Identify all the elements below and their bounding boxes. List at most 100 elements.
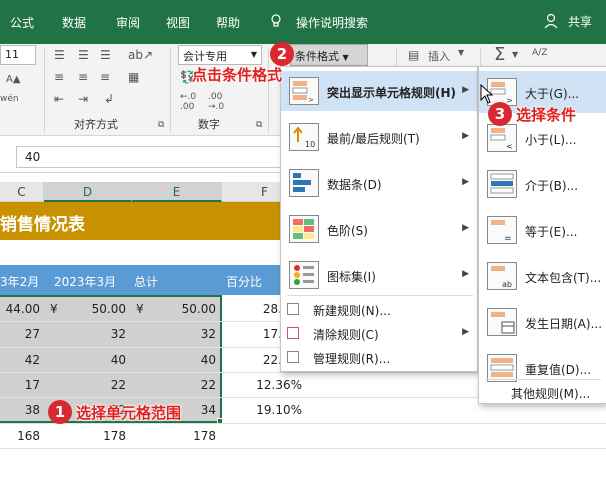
equal-to-icon: = <box>487 216 517 244</box>
tab-help[interactable]: 帮助 <box>216 14 240 31</box>
cell-f[interactable]: 22. <box>226 347 282 373</box>
font-size-box[interactable]: 11 <box>0 45 36 65</box>
menu-item-label: 色阶(S) <box>327 224 368 238</box>
cell-f[interactable]: 28. <box>226 296 282 322</box>
cell-c[interactable]: 27 <box>0 321 40 347</box>
phonetic-icon[interactable]: wén <box>0 94 19 104</box>
menu-item-color-scales[interactable]: 色阶(S) ▶ <box>281 209 477 249</box>
currency-symbol: ¥ <box>136 302 144 316</box>
menu-item-label: 大于(G)... <box>525 87 580 101</box>
cell-d[interactable]: 178 <box>60 423 126 449</box>
menu-item-icon-sets[interactable]: 图标集(I) ▶ <box>281 255 477 295</box>
submenu-item-text-contains[interactable]: ab 文本包含(T)... <box>479 255 606 297</box>
menu-item-label: 发生日期(A)... <box>525 317 603 331</box>
chevron-right-icon: ▶ <box>462 223 469 233</box>
submenu-item-between[interactable]: 介于(B)... <box>479 163 606 205</box>
number-format-select[interactable]: 会计专用 ▼ <box>178 45 262 65</box>
chevron-right-icon: ▶ <box>462 327 469 337</box>
text-contains-icon: ab <box>487 262 517 290</box>
ribbon-separator <box>44 48 45 132</box>
cell-c[interactable]: 44.00 <box>0 296 40 322</box>
menu-item-label: 数据条(D) <box>327 178 382 192</box>
cell-f[interactable]: 12.36% <box>226 372 302 398</box>
conditional-format-menu: > 突出显示单元格规则(H) ▶ 10 最前/最后规则(T) ▶ 数据条(D) … <box>280 66 478 372</box>
wrap-text-icon[interactable]: ↲ <box>104 92 114 106</box>
top-bottom-rules-icon: 10 <box>289 123 319 151</box>
header-cell-c[interactable]: 3年2月 <box>0 273 39 290</box>
cell-d[interactable]: 50.00 <box>60 296 126 322</box>
menu-item-label: 重复值(D)... <box>525 363 592 377</box>
cell-f[interactable]: 17. <box>226 321 282 347</box>
formula-input[interactable]: 40 <box>16 146 286 168</box>
align-middle-icon[interactable]: ☰ <box>78 48 89 62</box>
tell-me-search[interactable]: 操作说明搜索 <box>296 14 368 31</box>
decrease-indent-icon[interactable]: ⇤ <box>54 92 64 106</box>
number-launcher-icon[interactable]: ⧉ <box>256 120 262 130</box>
font-size-increase-icon[interactable]: A▲ <box>6 74 21 85</box>
align-right-icon[interactable]: ≡ <box>100 70 110 84</box>
align-bottom-icon[interactable]: ☰ <box>100 48 111 62</box>
cell-c[interactable]: 38 <box>0 397 40 423</box>
menu-item-new-rule[interactable]: 新建规则(N)... <box>281 297 477 321</box>
column-header-e[interactable]: E <box>132 182 222 202</box>
cell-e[interactable]: 40 <box>146 347 216 373</box>
column-header-d[interactable]: D <box>44 182 132 202</box>
insert-button[interactable]: 插入 <box>428 48 450 64</box>
cell-d[interactable]: 22 <box>60 372 126 398</box>
cell-e[interactable]: 32 <box>146 321 216 347</box>
autosum-icon[interactable]: Σ <box>494 44 505 65</box>
more-rules-item[interactable]: 其他规则(M)... <box>511 385 590 402</box>
decrease-decimal-icon[interactable]: .00 →.0 <box>208 92 232 112</box>
menu-item-label: 介于(B)... <box>525 179 579 193</box>
submenu-item-date-occurring[interactable]: 发生日期(A)... <box>479 301 606 343</box>
align-center-icon[interactable]: ≡ <box>78 70 88 84</box>
chevron-down-icon: ▼ <box>342 53 349 62</box>
cell-d[interactable]: 32 <box>60 321 126 347</box>
sheet-title: 销售情况表 <box>0 215 85 235</box>
increase-decimal-icon[interactable]: ←.0 .00 <box>180 92 204 112</box>
chevron-down-icon: ▼ <box>250 50 257 59</box>
conditional-format-button[interactable]: 条件格式 ▼ <box>290 44 368 66</box>
menu-item-label: 突出显示单元格规则(H) <box>327 86 457 100</box>
sort-filter-icon[interactable]: A/Z <box>532 48 547 58</box>
align-launcher-icon[interactable]: ⧉ <box>158 120 164 130</box>
menu-item-manage-rules[interactable]: 管理规则(R)... <box>281 345 477 369</box>
align-left-icon[interactable]: ≡ <box>54 70 64 84</box>
submenu-item-duplicate-values[interactable]: 重复值(D)... <box>479 347 606 389</box>
conditional-format-label: 条件格式 <box>295 50 339 63</box>
increase-indent-icon[interactable]: ⇥ <box>78 92 88 106</box>
date-occurring-icon <box>487 308 517 336</box>
cell-c[interactable]: 168 <box>0 423 40 449</box>
cell-e[interactable]: 178 <box>146 423 216 449</box>
tab-data[interactable]: 数据 <box>62 14 86 31</box>
header-cell-d[interactable]: 2023年3月 <box>54 273 116 290</box>
cell-d[interactable]: 40 <box>60 347 126 373</box>
chevron-right-icon: ▶ <box>462 85 469 95</box>
menu-separator <box>485 379 601 380</box>
menu-item-highlight-rules[interactable]: > 突出显示单元格规则(H) ▶ <box>281 71 477 111</box>
submenu-item-equal-to[interactable]: = 等于(E)... <box>479 209 606 251</box>
cell-f[interactable]: 19.10% <box>226 397 302 423</box>
tab-review[interactable]: 审阅 <box>116 14 140 31</box>
insert-cells-icon[interactable]: ▤ <box>408 48 419 62</box>
menu-item-top-bottom-rules[interactable]: 10 最前/最后规则(T) ▶ <box>281 117 477 157</box>
icon-sets-icon <box>289 261 319 289</box>
menu-item-label: 新建规则(N)... <box>313 304 391 318</box>
header-cell-e[interactable]: 总计 <box>134 273 158 290</box>
cell-c[interactable]: 17 <box>0 372 40 398</box>
tab-view[interactable]: 视图 <box>166 14 190 31</box>
merge-center-icon[interactable]: ▦ <box>128 70 139 84</box>
orientation-icon[interactable]: ab↗ <box>128 48 153 62</box>
header-cell-f[interactable]: 百分比 <box>226 273 262 290</box>
column-header-c[interactable]: C <box>0 182 44 202</box>
tab-formulas[interactable]: 公式 <box>10 14 34 31</box>
ribbon-separator <box>268 48 269 132</box>
align-top-icon[interactable]: ☰ <box>54 48 65 62</box>
menu-item-clear-rules[interactable]: 清除规则(C) ▶ <box>281 321 477 345</box>
cell-e[interactable]: 22 <box>146 372 216 398</box>
share-button[interactable]: 共享 <box>568 13 592 30</box>
cell-e[interactable]: 50.00 <box>146 296 216 322</box>
menu-item-data-bars[interactable]: 数据条(D) ▶ <box>281 163 477 203</box>
step-annotation-2: 点击条件格式 <box>192 66 283 84</box>
cell-c[interactable]: 42 <box>0 347 40 373</box>
